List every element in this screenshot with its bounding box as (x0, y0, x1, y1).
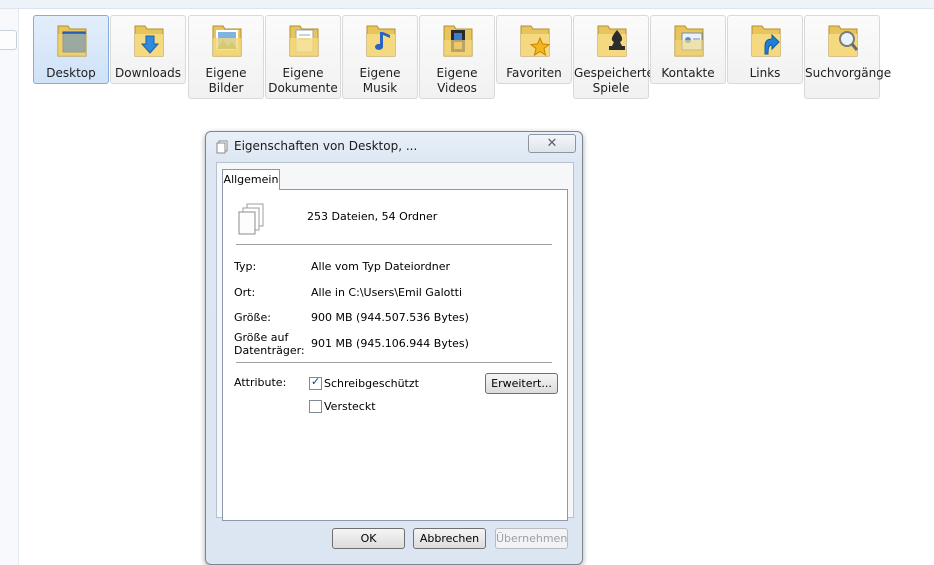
desktop-folder-icon (57, 25, 87, 57)
hidden-checkbox[interactable] (309, 400, 322, 413)
folder-label: Eigene Dokumente (268, 66, 338, 95)
folder-label: Eigene Musik (359, 66, 401, 95)
cancel-button[interactable]: Abbrechen (413, 528, 486, 549)
ort-value: Alle in C:\Users\Emil Galotti (311, 286, 463, 299)
music-folder-icon (366, 25, 396, 57)
folder-label: Favoriten (506, 66, 562, 80)
file-count-summary: 253 Dateien, 54 Ordner (307, 210, 438, 223)
documents-folder-icon (289, 25, 319, 57)
folder-label: Eigene Bilder (205, 66, 247, 95)
close-icon: ✕ (546, 136, 558, 151)
disk-size-value: 901 MB (945.106.944 Bytes) (311, 337, 469, 350)
folder-eigene-bilder[interactable]: Eigene Bilder (188, 15, 264, 99)
files-icon (238, 203, 264, 235)
ort-label: Ort: (234, 286, 256, 299)
folder-label: Kontakte (661, 66, 715, 80)
saved-games-folder-icon (597, 25, 627, 57)
folder-favoriten[interactable]: Favoriten (496, 15, 572, 84)
favorites-folder-icon (520, 25, 551, 57)
close-button[interactable]: ✕ (528, 134, 576, 153)
links-folder-icon (751, 25, 781, 57)
hidden-label[interactable]: Versteckt (324, 400, 376, 413)
divider (236, 362, 552, 363)
tab-allgemein[interactable]: Allgemein (222, 169, 280, 190)
attributes-label: Attribute: (234, 376, 287, 389)
folder-desktop[interactable]: Desktop (33, 15, 109, 84)
dialog-title: Eigenschaften von Desktop, ... (234, 139, 418, 153)
folder-label: Gespeicherte Spiele (574, 66, 654, 95)
folder-kontakte[interactable]: Kontakte (650, 15, 726, 84)
typ-value: Alle vom Typ Dateiordner (311, 260, 450, 273)
folder-label: Desktop (46, 66, 96, 80)
navigation-pane-tab[interactable] (0, 30, 17, 50)
tab-content: 253 Dateien, 54 Ordner Typ: Alle vom Typ… (222, 189, 568, 521)
ok-button[interactable]: OK (332, 528, 405, 549)
folder-links[interactable]: Links (727, 15, 803, 84)
folder-eigene-videos[interactable]: Eigene Videos (419, 15, 495, 99)
navigation-pane (0, 9, 19, 565)
folder-label: Links (749, 66, 781, 80)
groesse-value: 900 MB (944.507.536 Bytes) (311, 311, 469, 324)
folder-eigene-musik[interactable]: Eigene Musik (342, 15, 418, 99)
disk-size-label: Größe auf Datenträger: (234, 331, 305, 357)
groesse-label: Größe: (234, 311, 271, 324)
contacts-folder-icon (674, 25, 704, 57)
typ-label: Typ: (234, 260, 257, 273)
folder-suchvorgaenge[interactable]: Suchvorgänge (804, 15, 892, 99)
window-top-strip (0, 0, 934, 9)
pictures-folder-icon (212, 25, 242, 57)
apply-button[interactable]: Übernehmen (495, 528, 568, 549)
folder-label: Eigene Videos (436, 66, 478, 95)
folder-label: Downloads (115, 66, 181, 80)
readonly-label[interactable]: Schreibgeschützt (324, 377, 419, 390)
advanced-button[interactable]: Erweitert... (485, 373, 558, 394)
readonly-checkbox[interactable] (309, 375, 322, 390)
folder-downloads[interactable]: Downloads (110, 15, 186, 84)
downloads-folder-icon (134, 25, 164, 57)
folder-label: Suchvorgänge (805, 66, 892, 80)
folder-gespeicherte-spiele[interactable]: Gespeicherte Spiele (573, 15, 654, 99)
properties-dialog: Eigenschaften von Desktop, ... ✕ Allgeme… (205, 131, 583, 565)
videos-folder-icon (443, 25, 473, 57)
multiple-files-icon (216, 140, 228, 154)
searches-folder-icon (828, 25, 859, 57)
folder-eigene-dokumente[interactable]: Eigene Dokumente (265, 15, 341, 99)
divider (236, 244, 552, 245)
